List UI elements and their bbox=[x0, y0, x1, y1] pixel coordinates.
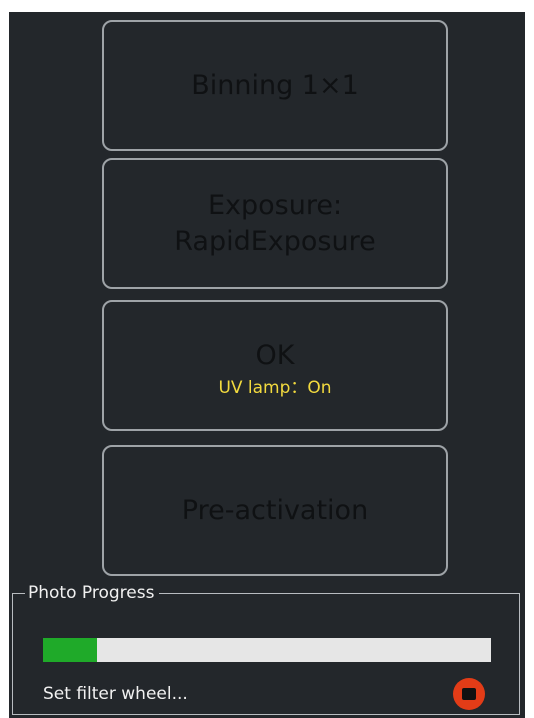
photo-progress-fill bbox=[43, 638, 97, 662]
ok-label: OK bbox=[255, 339, 295, 371]
progress-status-text: Set filter wheel... bbox=[43, 684, 188, 704]
stop-button[interactable] bbox=[453, 678, 485, 710]
camera-control-panel: Binning 1×1 Exposure: RapidExposure OK U… bbox=[9, 12, 525, 718]
photo-progress-title: Photo Progress bbox=[25, 583, 160, 603]
stop-icon bbox=[462, 688, 476, 700]
preactivation-button[interactable]: Pre-activation bbox=[102, 445, 448, 576]
binning-button[interactable]: Binning 1×1 bbox=[102, 20, 448, 151]
preactivation-label: Pre-activation bbox=[181, 494, 369, 526]
uv-lamp-status: UV lamp：On bbox=[218, 377, 332, 398]
exposure-label-line1: Exposure: bbox=[207, 189, 343, 221]
binning-label: Binning 1×1 bbox=[191, 69, 359, 101]
ok-button[interactable]: OK UV lamp：On bbox=[102, 300, 448, 431]
photo-progress-group: Photo Progress Set filter wheel... bbox=[12, 583, 520, 715]
exposure-button[interactable]: Exposure: RapidExposure bbox=[102, 158, 448, 289]
exposure-label-line2: RapidExposure bbox=[174, 225, 376, 257]
photo-progress-bar bbox=[43, 638, 491, 662]
